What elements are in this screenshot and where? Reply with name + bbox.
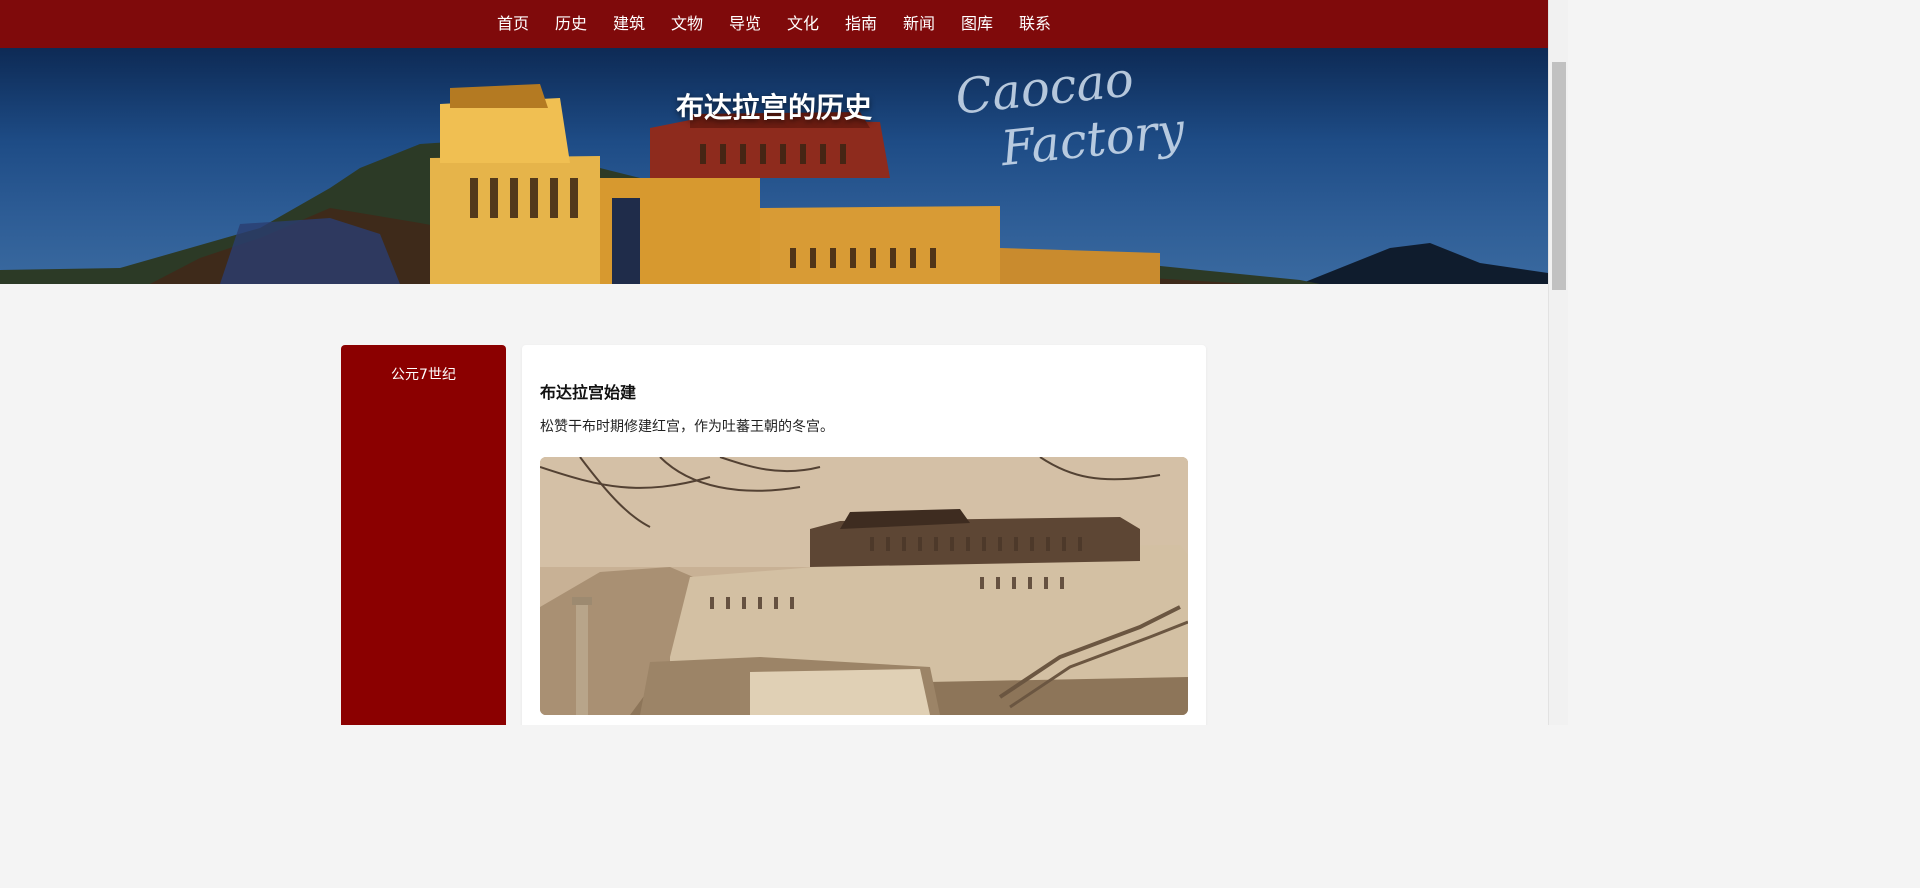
historic-palace-sepia-image	[540, 457, 1188, 715]
nav-item-history[interactable]: 历史	[542, 0, 600, 48]
history-entry-card: 布达拉宫始建 松赞干布时期修建红宫，作为吐蕃王朝的冬宫。	[522, 345, 1206, 725]
nav-item-contact[interactable]: 联系	[1006, 0, 1064, 48]
nav-item-home[interactable]: 首页	[484, 0, 542, 48]
nav-item-gallery[interactable]: 图库	[948, 0, 1006, 48]
entry-description: 松赞干布时期修建红宫，作为吐蕃王朝的冬宫。	[540, 419, 834, 435]
scrollbar-thumb[interactable]	[1552, 62, 1566, 290]
timeline-period-column: 公元7世纪	[341, 345, 506, 725]
nav-item-guidebook[interactable]: 指南	[832, 0, 890, 48]
main-navigation: 首页 历史 建筑 文物 导览 文化 指南 新闻 图库 联系	[0, 0, 1548, 48]
page-title: 布达拉宫的历史	[675, 91, 872, 124]
timeline-period-label: 公元7世纪	[391, 367, 456, 383]
nav-item-relics[interactable]: 文物	[658, 0, 716, 48]
vertical-scrollbar[interactable]	[1548, 0, 1568, 725]
historic-palace-photo	[540, 457, 1188, 715]
nav-item-guide-tour[interactable]: 导览	[716, 0, 774, 48]
entry-title: 布达拉宫始建	[540, 383, 637, 402]
page-viewport: 首页 历史 建筑 文物 导览 文化 指南 新闻 图库 联系 Caocao Fac…	[0, 0, 1548, 725]
hero-banner: Caocao Factory 布达拉宫的历史	[0, 48, 1548, 284]
nav-item-news[interactable]: 新闻	[890, 0, 948, 48]
nav-item-culture[interactable]: 文化	[774, 0, 832, 48]
nav-item-architecture[interactable]: 建筑	[600, 0, 658, 48]
potala-palace-illustration	[0, 84, 1548, 284]
